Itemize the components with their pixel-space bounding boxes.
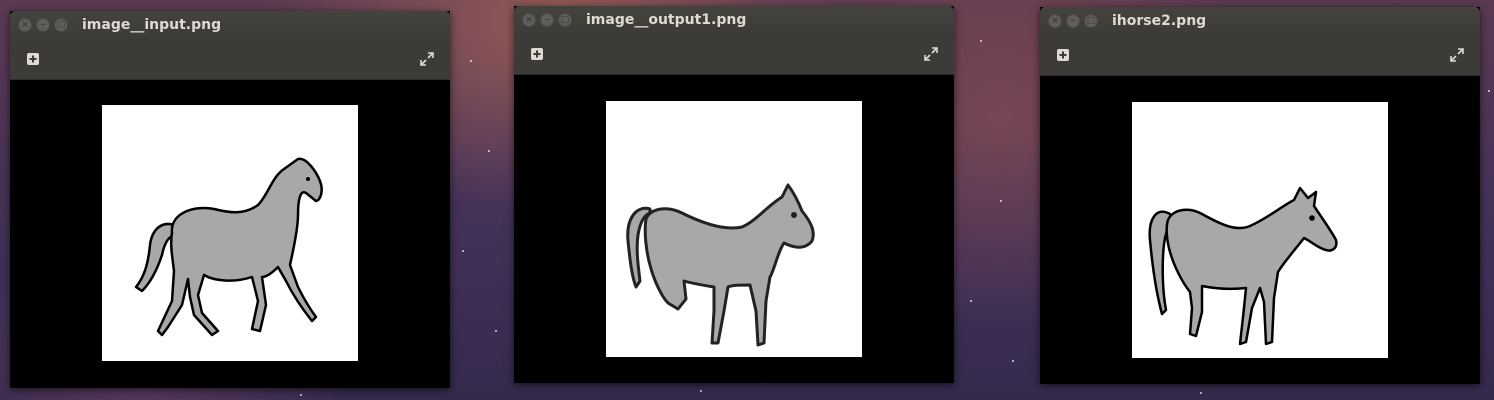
close-icon[interactable]: × <box>522 13 536 27</box>
maximize-icon[interactable]: □ <box>1084 14 1098 28</box>
image-canvas <box>10 80 450 388</box>
toolbar <box>514 34 954 75</box>
horse-image <box>606 101 862 357</box>
image-viewer-window-ihorse2: × – □ ihorse2.png <box>1040 7 1480 384</box>
fullscreen-button[interactable] <box>413 45 441 73</box>
window-title: image__output1.png <box>586 12 747 28</box>
image-canvas <box>514 75 954 383</box>
add-button[interactable] <box>1049 41 1077 69</box>
maximize-icon[interactable]: □ <box>54 18 68 32</box>
title-bar[interactable]: × – □ image__input.png <box>10 11 450 39</box>
add-button[interactable] <box>19 45 47 73</box>
minimize-icon[interactable]: – <box>1066 14 1080 28</box>
fullscreen-icon <box>420 52 434 66</box>
window-controls: × – □ <box>522 13 572 27</box>
add-icon <box>1057 49 1069 61</box>
maximize-icon[interactable]: □ <box>558 13 572 27</box>
title-bar[interactable]: × – □ image__output1.png <box>514 6 954 34</box>
horse-image <box>102 105 358 361</box>
minimize-icon[interactable]: – <box>540 13 554 27</box>
add-icon <box>531 48 543 60</box>
horse-image <box>1132 102 1388 358</box>
title-bar[interactable]: × – □ ihorse2.png <box>1040 7 1480 35</box>
image-viewer-window-output: × – □ image__output1.png <box>514 6 954 383</box>
close-icon[interactable]: × <box>18 18 32 32</box>
window-controls: × – □ <box>18 18 68 32</box>
fullscreen-button[interactable] <box>917 40 945 68</box>
window-title: ihorse2.png <box>1112 13 1207 29</box>
minimize-icon[interactable]: – <box>36 18 50 32</box>
toolbar <box>10 39 450 80</box>
fullscreen-button[interactable] <box>1443 41 1471 69</box>
add-icon <box>27 53 39 65</box>
window-controls: × – □ <box>1048 14 1098 28</box>
fullscreen-icon <box>1450 48 1464 62</box>
fullscreen-icon <box>924 47 938 61</box>
add-button[interactable] <box>523 40 551 68</box>
image-viewer-window-input: × – □ image__input.png <box>10 11 450 388</box>
toolbar <box>1040 35 1480 76</box>
window-title: image__input.png <box>82 17 222 33</box>
image-canvas <box>1040 76 1480 384</box>
close-icon[interactable]: × <box>1048 14 1062 28</box>
